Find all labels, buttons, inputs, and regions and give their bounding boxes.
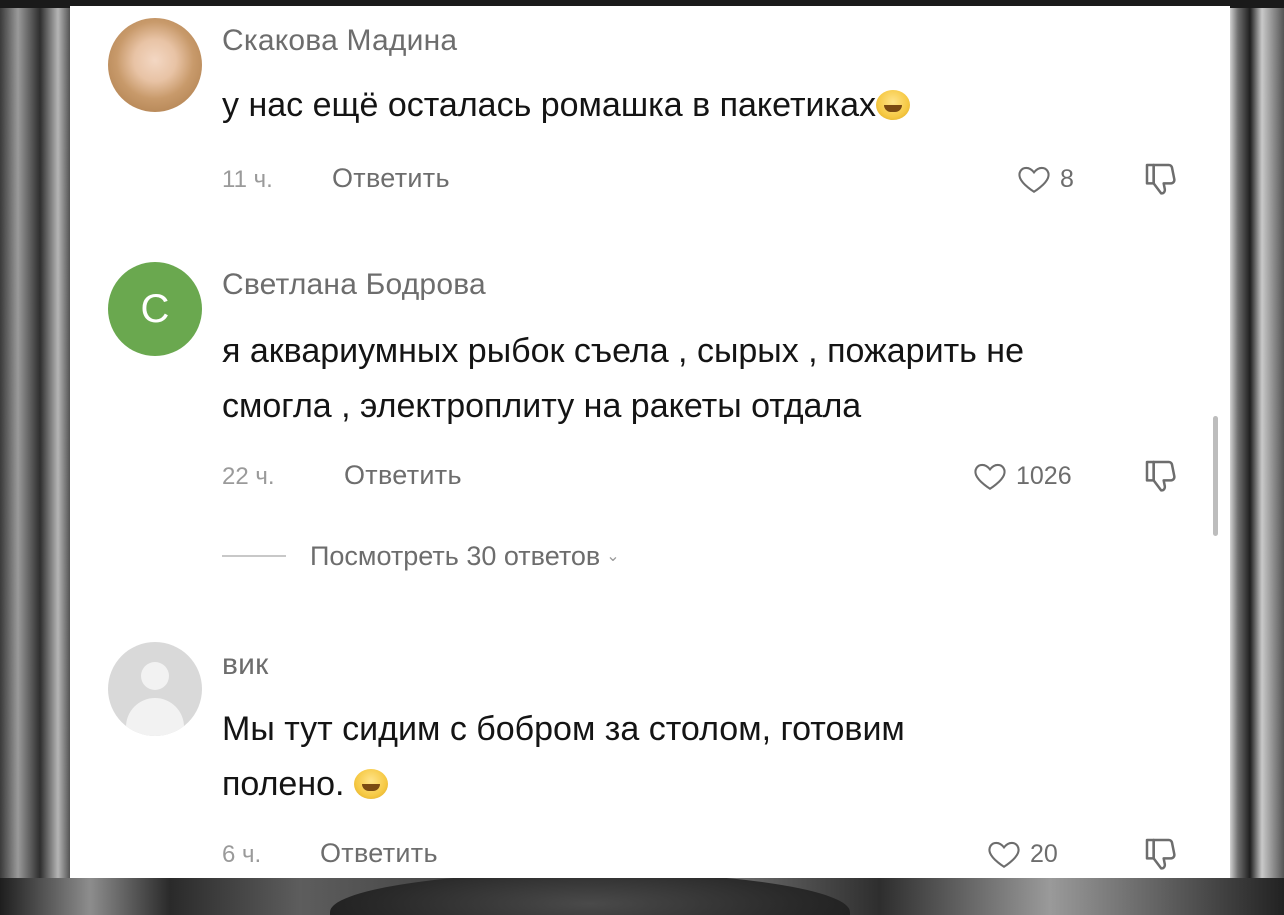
tears-of-joy-emoji-icon bbox=[876, 90, 911, 120]
comment-text-body: у нас ещё осталась ромашка в пакетиках bbox=[222, 86, 877, 124]
chevron-down-icon: ⌄ bbox=[606, 548, 620, 565]
avatar[interactable]: С bbox=[108, 262, 202, 356]
comment-author[interactable]: вик bbox=[222, 648, 268, 682]
like-button[interactable]: 1026 bbox=[972, 456, 1072, 496]
comment-text: Мы тут сидим с бобром за столом, готовим… bbox=[222, 702, 1202, 812]
like-count: 20 bbox=[1030, 839, 1058, 868]
reply-button[interactable]: Ответить bbox=[332, 163, 450, 194]
comment-author[interactable]: Скакова Мадина bbox=[222, 24, 457, 58]
replies-divider bbox=[222, 555, 286, 557]
comments-panel: Скакова Мадина у нас ещё осталась ромашк… bbox=[70, 6, 1230, 878]
view-replies-label: Посмотреть 30 ответов bbox=[310, 540, 601, 571]
comment-text-body: полено. bbox=[222, 765, 345, 803]
thumbs-down-icon[interactable] bbox=[1142, 835, 1182, 875]
scrollbar[interactable] bbox=[1213, 416, 1218, 536]
thumbs-down-icon[interactable] bbox=[1142, 457, 1182, 497]
comment-text-line: я аквариумных рыбок съела , сырых , пожа… bbox=[222, 332, 1024, 370]
comment-time: 11 ч. bbox=[222, 166, 273, 193]
comment-text-line: полено. bbox=[222, 757, 1202, 812]
like-count: 8 bbox=[1060, 164, 1074, 193]
view-replies-button[interactable]: Посмотреть 30 ответов ⌄ bbox=[222, 536, 620, 576]
thumbs-down-icon[interactable] bbox=[1142, 160, 1182, 200]
comment-time: 22 ч. bbox=[222, 463, 275, 490]
heart-icon bbox=[1018, 166, 1050, 193]
like-count: 1026 bbox=[1016, 461, 1072, 490]
heart-icon bbox=[974, 463, 1006, 490]
comment-text-line: смогла , электроплиту на ракеты отдала bbox=[222, 387, 862, 425]
like-button[interactable]: 20 bbox=[986, 834, 1058, 874]
like-button[interactable]: 8 bbox=[1016, 159, 1074, 199]
default-avatar-body bbox=[126, 698, 184, 736]
comment-text: у нас ещё осталась ромашка в пакетиках bbox=[222, 78, 1202, 133]
avatar[interactable] bbox=[108, 18, 202, 112]
avatar[interactable] bbox=[108, 642, 202, 736]
comment-text: я аквариумных рыбок съела , сырых , пожа… bbox=[222, 324, 1202, 434]
smirking-face-emoji-icon bbox=[353, 769, 388, 799]
default-avatar-head bbox=[141, 662, 169, 690]
heart-icon bbox=[988, 841, 1020, 868]
comment-time: 6 ч. bbox=[222, 841, 262, 868]
comment-text-line: Мы тут сидим с бобром за столом, готовим bbox=[222, 710, 905, 748]
comment-author[interactable]: Светлана Бодрова bbox=[222, 268, 486, 302]
reply-button[interactable]: Ответить bbox=[320, 838, 438, 869]
reply-button[interactable]: Ответить bbox=[344, 460, 462, 491]
